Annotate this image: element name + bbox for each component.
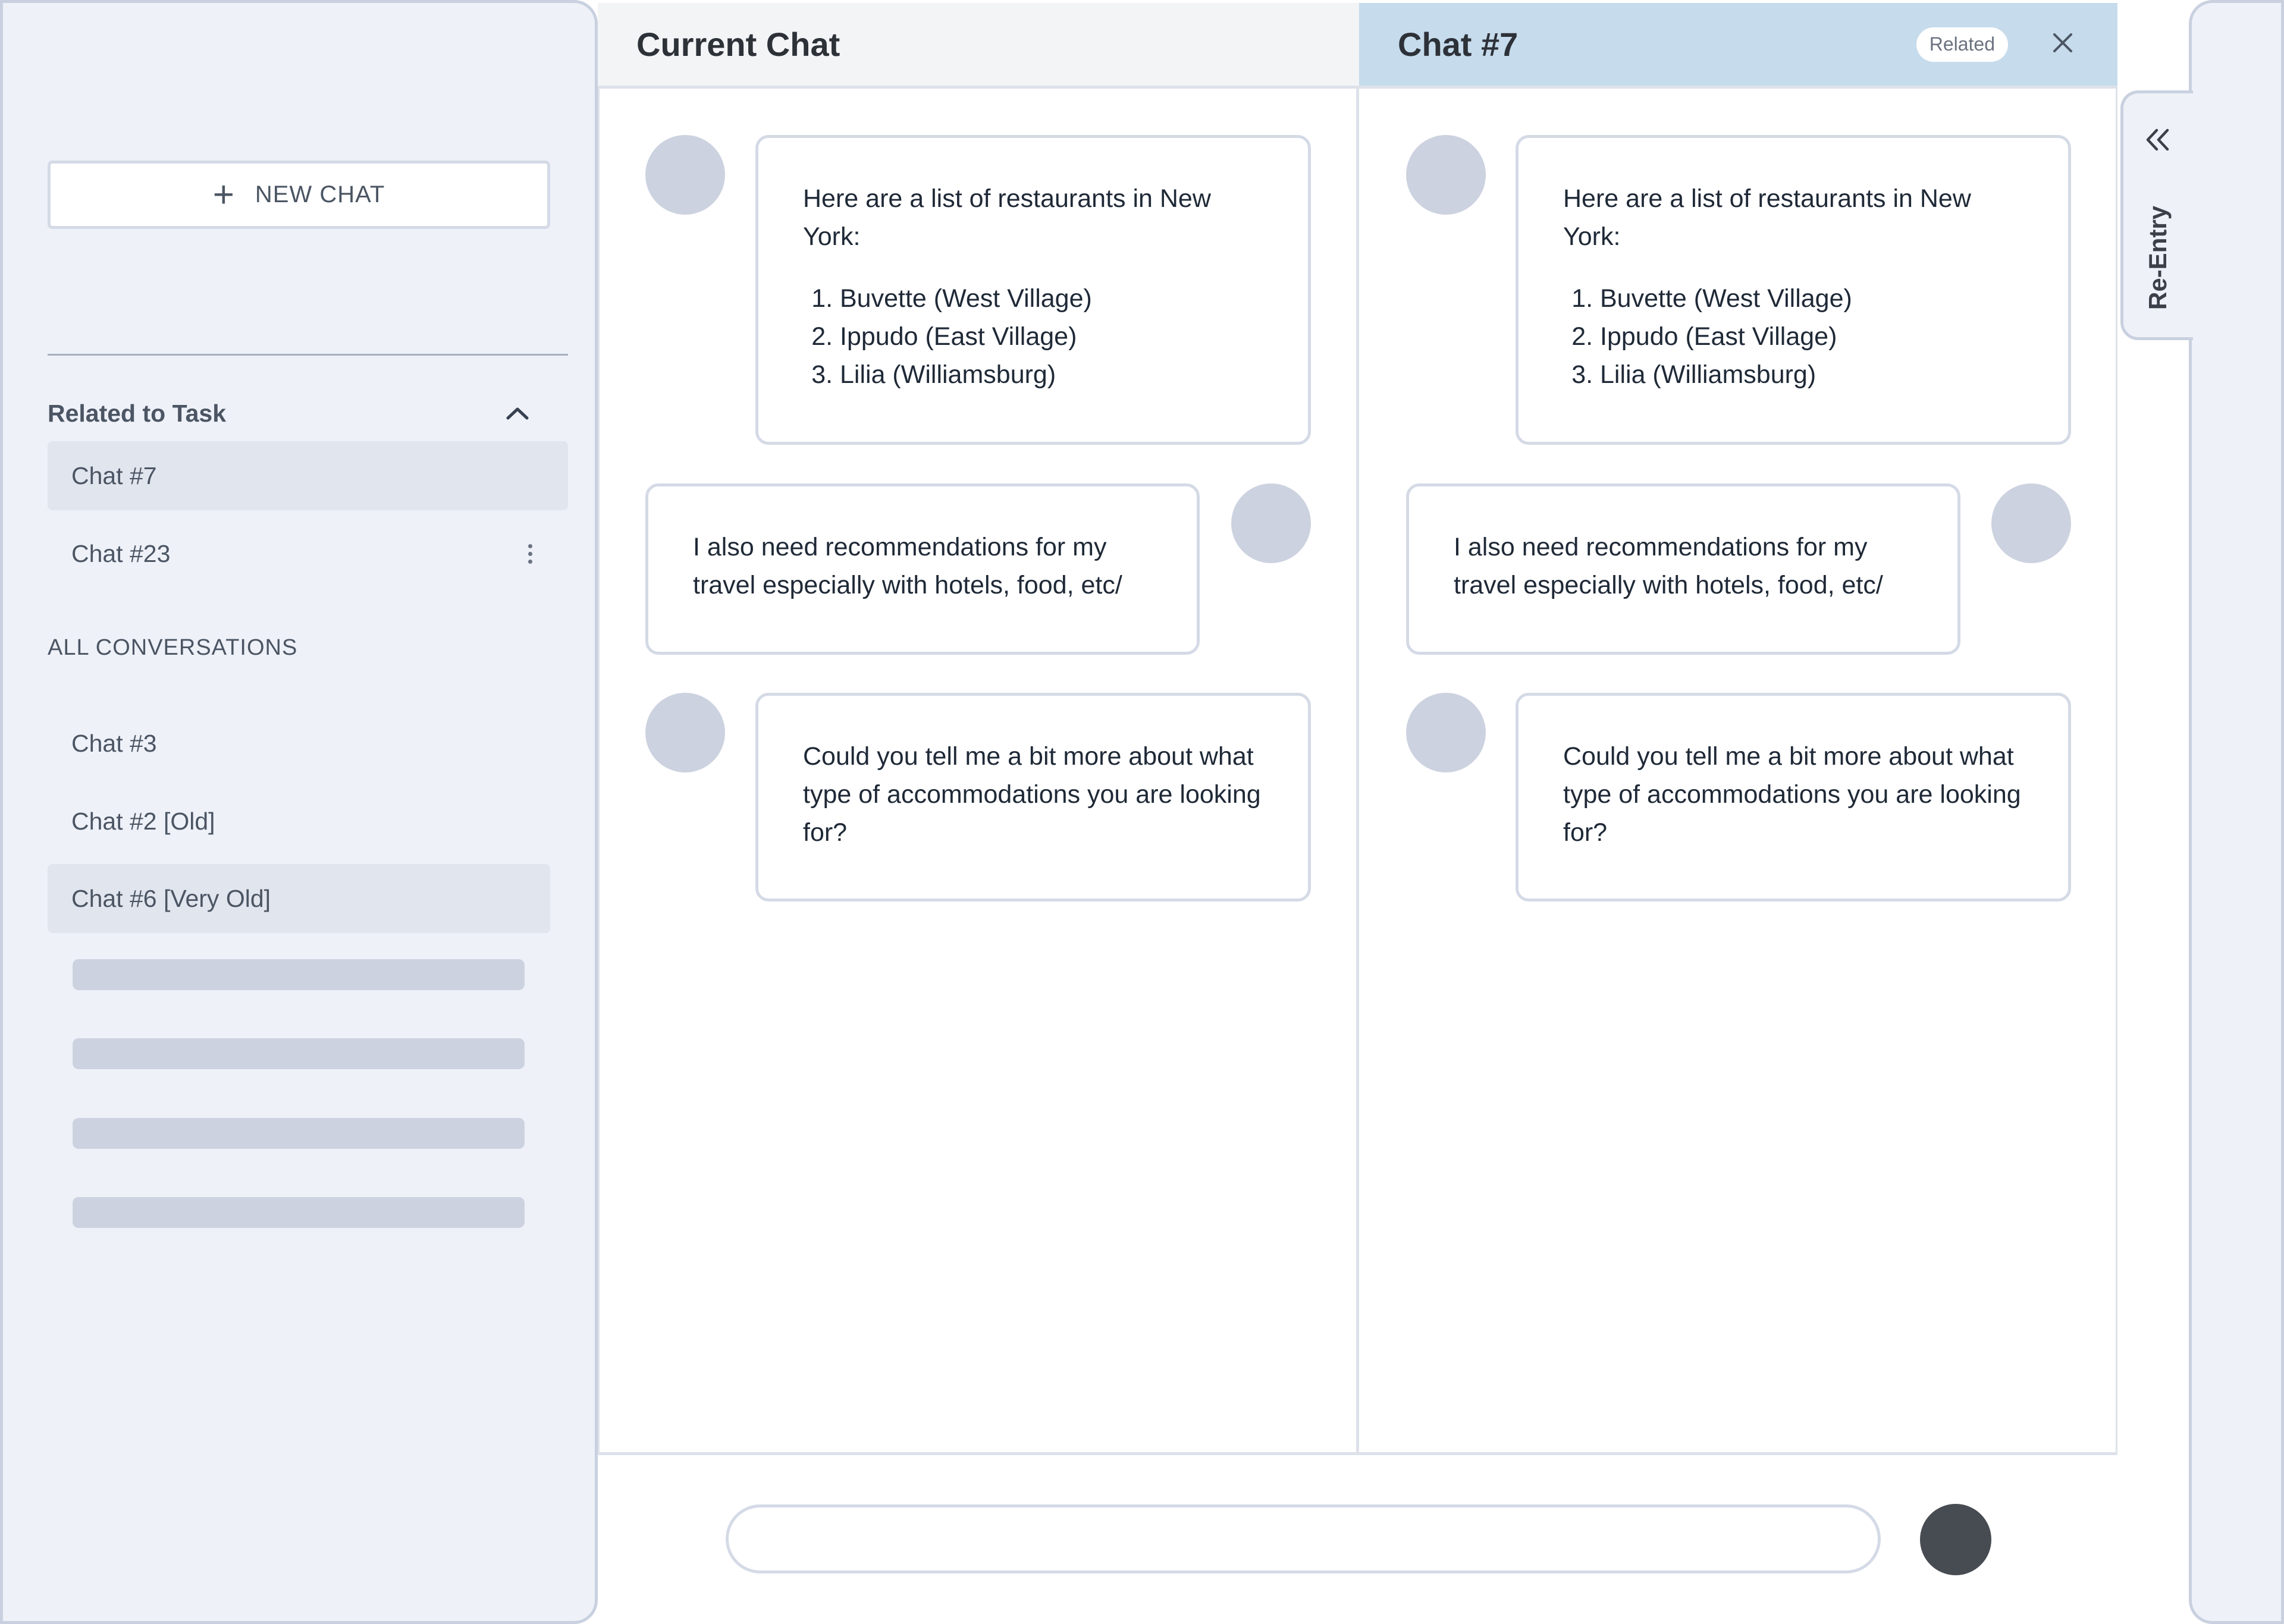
message-text: Here are a list of restaurants in New Yo… xyxy=(1563,184,1971,251)
message-text: I also need recommendations for my trave… xyxy=(1454,533,1883,599)
message-input[interactable] xyxy=(726,1504,1881,1573)
sidebar-divider xyxy=(48,354,568,356)
close-icon[interactable] xyxy=(2053,33,2073,56)
loading-placeholder xyxy=(73,1197,525,1228)
plus-icon: + xyxy=(212,174,235,215)
sidebar-item-label: Chat #23 xyxy=(71,539,171,567)
sidebar-item-chat-6[interactable]: Chat #6 [Very Old] xyxy=(48,864,550,933)
assistant-avatar xyxy=(1406,135,1486,215)
chevron-up-icon[interactable] xyxy=(506,401,529,425)
sidebar-item-label: Chat #7 xyxy=(71,461,157,489)
right-rail xyxy=(2189,0,2284,1624)
related-chat-title: Chat #7 xyxy=(1398,26,1519,63)
assistant-avatar xyxy=(645,693,725,772)
send-button[interactable] xyxy=(1920,1504,1991,1575)
message-text: I also need recommendations for my trave… xyxy=(693,533,1122,599)
related-section-header: Related to Task xyxy=(48,395,529,431)
pane-divider xyxy=(598,1452,2117,1455)
message-text: Could you tell me a bit more about what … xyxy=(1563,742,2021,847)
chevrons-left-icon xyxy=(2145,128,2171,155)
related-section-title: Related to Task xyxy=(48,399,226,427)
list-item: Buvette (West Village) xyxy=(1600,279,2023,318)
assistant-message: Here are a list of restaurants in New Yo… xyxy=(1516,135,2071,445)
user-avatar xyxy=(1991,483,2071,563)
loading-placeholder xyxy=(73,959,525,990)
assistant-message: Could you tell me a bit more about what … xyxy=(1516,693,2071,901)
sidebar-item-label: Chat #6 [Very Old] xyxy=(71,884,271,912)
sidebar-item-label: Chat #3 xyxy=(71,729,157,757)
assistant-message: Could you tell me a bit more about what … xyxy=(755,693,1311,901)
restaurant-list: Buvette (West Village) Ippudo (East Vill… xyxy=(1563,279,2023,394)
sidebar-item-chat-2[interactable]: Chat #2 [Old] xyxy=(48,787,550,856)
new-chat-button[interactable]: + NEW CHAT xyxy=(48,161,550,229)
loading-placeholder xyxy=(73,1038,525,1069)
list-item: Ippudo (East Village) xyxy=(1600,318,2023,356)
assistant-avatar xyxy=(1406,693,1486,772)
assistant-message: Here are a list of restaurants in New Yo… xyxy=(755,135,1311,445)
list-item: Lilia (Williamsburg) xyxy=(1600,356,2023,394)
sidebar-item-chat-23[interactable]: Chat #23 xyxy=(48,519,568,588)
sidebar-item-chat-3[interactable]: Chat #3 xyxy=(48,709,550,778)
list-item: Ippudo (East Village) xyxy=(840,318,1263,356)
current-chat-title: Current Chat xyxy=(636,26,840,63)
restaurant-list: Buvette (West Village) Ippudo (East Vill… xyxy=(803,279,1263,394)
list-item: Buvette (West Village) xyxy=(840,279,1263,318)
new-chat-label: NEW CHAT xyxy=(255,181,385,208)
reentry-label: Re-Entry xyxy=(2144,205,2172,310)
user-message: I also need recommendations for my trave… xyxy=(1406,483,1960,655)
sidebar-item-label: Chat #2 [Old] xyxy=(71,807,215,835)
related-chat-header: Chat #7 Related xyxy=(1359,3,2117,89)
reentry-tab[interactable]: Re-Entry xyxy=(2120,90,2193,340)
related-badge: Related xyxy=(1916,27,2008,62)
user-message: I also need recommendations for my trave… xyxy=(645,483,1200,655)
more-options-icon[interactable] xyxy=(528,544,532,564)
message-text: Here are a list of restaurants in New Yo… xyxy=(803,184,1211,251)
current-chat-header: Current Chat xyxy=(598,3,1359,89)
assistant-avatar xyxy=(645,135,725,215)
loading-placeholder xyxy=(73,1118,525,1149)
list-item: Lilia (Williamsburg) xyxy=(840,356,1263,394)
message-text: Could you tell me a bit more about what … xyxy=(803,742,1261,847)
user-avatar xyxy=(1231,483,1311,563)
sidebar-item-chat-7[interactable]: Chat #7 xyxy=(48,441,568,510)
all-conversations-title: ALL CONVERSATIONS xyxy=(48,635,298,660)
